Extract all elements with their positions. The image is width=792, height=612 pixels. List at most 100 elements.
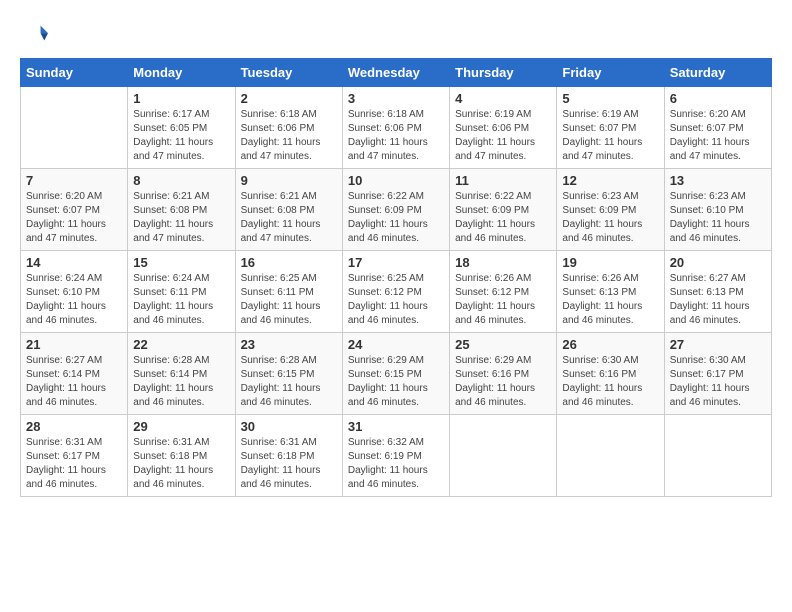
day-number: 28 — [26, 419, 122, 434]
week-row-2: 7 Sunrise: 6:20 AMSunset: 6:07 PMDaylight… — [21, 169, 772, 251]
day-info: Sunrise: 6:19 AMSunset: 6:07 PMDaylight:… — [562, 108, 658, 164]
day-number: 13 — [670, 173, 766, 188]
week-row-3: 14 Sunrise: 6:24 AMSunset: 6:10 PMDayligh… — [21, 251, 772, 333]
day-info: Sunrise: 6:17 AMSunset: 6:05 PMDaylight:… — [133, 108, 229, 164]
day-info: Sunrise: 6:21 AMSunset: 6:08 PMDaylight:… — [133, 190, 229, 246]
day-cell: 18 Sunrise: 6:26 AMSunset: 6:12 PMDayligh… — [450, 251, 557, 333]
day-cell: 6 Sunrise: 6:20 AMSunset: 6:07 PMDaylight… — [664, 87, 771, 169]
day-number: 8 — [133, 173, 229, 188]
day-info: Sunrise: 6:26 AMSunset: 6:12 PMDaylight:… — [455, 272, 551, 328]
day-info: Sunrise: 6:25 AMSunset: 6:12 PMDaylight:… — [348, 272, 444, 328]
day-info: Sunrise: 6:20 AMSunset: 6:07 PMDaylight:… — [670, 108, 766, 164]
day-cell: 14 Sunrise: 6:24 AMSunset: 6:10 PMDayligh… — [21, 251, 128, 333]
day-info: Sunrise: 6:27 AMSunset: 6:14 PMDaylight:… — [26, 354, 122, 410]
day-cell: 5Sunrise: 6:19 AMSunset: 6:07 PMDaylight… — [557, 87, 664, 169]
week-row-1: 1 Sunrise: 6:17 AMSunset: 6:05 PMDaylight… — [21, 87, 772, 169]
day-number: 10 — [348, 173, 444, 188]
day-info: Sunrise: 6:22 AMSunset: 6:09 PMDaylight:… — [455, 190, 551, 246]
day-cell: 21 Sunrise: 6:27 AMSunset: 6:14 PMDayligh… — [21, 333, 128, 415]
col-header-sunday: Sunday — [21, 59, 128, 87]
day-number: 19 — [562, 255, 658, 270]
day-cell: 2 Sunrise: 6:18 AMSunset: 6:06 PMDaylight… — [235, 87, 342, 169]
day-info: Sunrise: 6:28 AMSunset: 6:14 PMDaylight:… — [133, 354, 229, 410]
col-header-tuesday: Tuesday — [235, 59, 342, 87]
day-cell: 17 Sunrise: 6:25 AMSunset: 6:12 PMDayligh… — [342, 251, 449, 333]
col-header-saturday: Saturday — [664, 59, 771, 87]
day-cell: 7 Sunrise: 6:20 AMSunset: 6:07 PMDaylight… — [21, 169, 128, 251]
day-info: Sunrise: 6:22 AMSunset: 6:09 PMDaylight:… — [348, 190, 444, 246]
day-number: 2 — [241, 91, 337, 106]
day-number: 18 — [455, 255, 551, 270]
col-header-monday: Monday — [128, 59, 235, 87]
day-number: 25 — [455, 337, 551, 352]
col-header-friday: Friday — [557, 59, 664, 87]
header — [20, 20, 772, 48]
day-cell: 20 Sunrise: 6:27 AMSunset: 6:13 PMDayligh… — [664, 251, 771, 333]
day-number: 17 — [348, 255, 444, 270]
day-number: 1 — [133, 91, 229, 106]
col-header-wednesday: Wednesday — [342, 59, 449, 87]
day-cell — [21, 87, 128, 169]
day-number: 23 — [241, 337, 337, 352]
week-row-4: 21 Sunrise: 6:27 AMSunset: 6:14 PMDayligh… — [21, 333, 772, 415]
day-info: Sunrise: 6:30 AMSunset: 6:16 PMDaylight:… — [562, 354, 658, 410]
day-info: Sunrise: 6:21 AMSunset: 6:08 PMDaylight:… — [241, 190, 337, 246]
day-number: 7 — [26, 173, 122, 188]
day-number: 20 — [670, 255, 766, 270]
day-info: Sunrise: 6:20 AMSunset: 6:07 PMDaylight:… — [26, 190, 122, 246]
day-cell: 8 Sunrise: 6:21 AMSunset: 6:08 PMDaylight… — [128, 169, 235, 251]
day-cell: 25Sunrise: 6:29 AMSunset: 6:16 PMDayligh… — [450, 333, 557, 415]
day-number: 15 — [133, 255, 229, 270]
day-number: 14 — [26, 255, 122, 270]
day-info: Sunrise: 6:18 AMSunset: 6:06 PMDaylight:… — [241, 108, 337, 164]
day-info: Sunrise: 6:23 AMSunset: 6:09 PMDaylight:… — [562, 190, 658, 246]
day-cell: 11 Sunrise: 6:22 AMSunset: 6:09 PMDayligh… — [450, 169, 557, 251]
logo-icon — [20, 20, 48, 48]
day-cell: 24 Sunrise: 6:29 AMSunset: 6:15 PMDayligh… — [342, 333, 449, 415]
day-cell — [557, 415, 664, 497]
day-info: Sunrise: 6:31 AMSunset: 6:18 PMDaylight:… — [133, 436, 229, 492]
week-row-5: 28 Sunrise: 6:31 AMSunset: 6:17 PMDayligh… — [21, 415, 772, 497]
day-cell: 19 Sunrise: 6:26 AMSunset: 6:13 PMDayligh… — [557, 251, 664, 333]
day-number: 24 — [348, 337, 444, 352]
day-cell: 16Sunrise: 6:25 AMSunset: 6:11 PMDayligh… — [235, 251, 342, 333]
day-info: Sunrise: 6:30 AMSunset: 6:17 PMDaylight:… — [670, 354, 766, 410]
day-cell — [450, 415, 557, 497]
day-number: 27 — [670, 337, 766, 352]
day-info: Sunrise: 6:24 AMSunset: 6:11 PMDaylight:… — [133, 272, 229, 328]
day-cell: 13 Sunrise: 6:23 AMSunset: 6:10 PMDayligh… — [664, 169, 771, 251]
day-info: Sunrise: 6:25 AMSunset: 6:11 PMDaylight:… — [241, 272, 337, 328]
day-info: Sunrise: 6:26 AMSunset: 6:13 PMDaylight:… — [562, 272, 658, 328]
day-info: Sunrise: 6:23 AMSunset: 6:10 PMDaylight:… — [670, 190, 766, 246]
day-cell: 26 Sunrise: 6:30 AMSunset: 6:16 PMDayligh… — [557, 333, 664, 415]
day-number: 3 — [348, 91, 444, 106]
day-info: Sunrise: 6:28 AMSunset: 6:15 PMDaylight:… — [241, 354, 337, 410]
day-info: Sunrise: 6:24 AMSunset: 6:10 PMDaylight:… — [26, 272, 122, 328]
day-cell: 4 Sunrise: 6:19 AMSunset: 6:06 PMDaylight… — [450, 87, 557, 169]
day-number: 29 — [133, 419, 229, 434]
day-number: 6 — [670, 91, 766, 106]
day-number: 22 — [133, 337, 229, 352]
logo — [20, 20, 52, 48]
day-cell: 29 Sunrise: 6:31 AMSunset: 6:18 PMDayligh… — [128, 415, 235, 497]
day-number: 26 — [562, 337, 658, 352]
day-info: Sunrise: 6:27 AMSunset: 6:13 PMDaylight:… — [670, 272, 766, 328]
col-header-thursday: Thursday — [450, 59, 557, 87]
day-cell: 10 Sunrise: 6:22 AMSunset: 6:09 PMDayligh… — [342, 169, 449, 251]
day-cell: 12Sunrise: 6:23 AMSunset: 6:09 PMDayligh… — [557, 169, 664, 251]
day-number: 9 — [241, 173, 337, 188]
day-cell: 23 Sunrise: 6:28 AMSunset: 6:15 PMDayligh… — [235, 333, 342, 415]
day-number: 31 — [348, 419, 444, 434]
day-number: 21 — [26, 337, 122, 352]
day-info: Sunrise: 6:19 AMSunset: 6:06 PMDaylight:… — [455, 108, 551, 164]
day-cell: 30Sunrise: 6:31 AMSunset: 6:18 PMDayligh… — [235, 415, 342, 497]
day-cell: 9 Sunrise: 6:21 AMSunset: 6:08 PMDaylight… — [235, 169, 342, 251]
day-cell — [664, 415, 771, 497]
day-number: 4 — [455, 91, 551, 106]
day-number: 11 — [455, 173, 551, 188]
day-info: Sunrise: 6:29 AMSunset: 6:15 PMDaylight:… — [348, 354, 444, 410]
day-info: Sunrise: 6:31 AMSunset: 6:17 PMDaylight:… — [26, 436, 122, 492]
day-cell: 22 Sunrise: 6:28 AMSunset: 6:14 PMDayligh… — [128, 333, 235, 415]
calendar-table: SundayMondayTuesdayWednesdayThursdayFrid… — [20, 58, 772, 497]
day-info: Sunrise: 6:32 AMSunset: 6:19 PMDaylight:… — [348, 436, 444, 492]
